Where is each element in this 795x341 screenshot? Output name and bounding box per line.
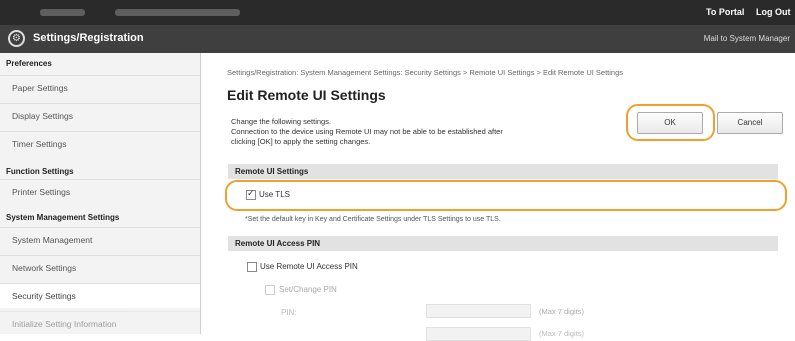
- use-tls-highlight-ring: [225, 180, 787, 211]
- remote-ui-access-pin-heading: Remote UI Access PIN: [228, 236, 778, 251]
- pin-input[interactable]: [426, 304, 531, 318]
- sidebar-item-printer-settings[interactable]: Printer Settings: [0, 179, 200, 204]
- top-bar: To Portal Log Out: [0, 0, 795, 25]
- use-tls-label: Use TLS: [259, 190, 290, 199]
- remote-ui-settings-heading: Remote UI Settings: [228, 164, 778, 179]
- sidebar-item-system-management[interactable]: System Management: [0, 227, 200, 252]
- mail-to-system-manager-link[interactable]: Mail to System Manager: [704, 34, 790, 43]
- use-access-pin-label: Use Remote UI Access PIN: [260, 262, 358, 271]
- tls-note: *Set the default key in Key and Certific…: [245, 216, 501, 223]
- instruction-line-1: Change the following settings.: [231, 117, 332, 126]
- ok-button[interactable]: OK: [637, 112, 703, 134]
- instructions-text: Change the following settings. Connectio…: [231, 117, 503, 147]
- instruction-line-2: Connection to the device using Remote UI…: [231, 127, 503, 136]
- sidebar-heading-preferences: Preferences: [6, 59, 52, 68]
- pin-label: PIN:: [281, 308, 297, 317]
- breadcrumb: Settings/Registration: System Management…: [227, 68, 624, 77]
- instruction-line-3: clicking [OK] to apply the setting chang…: [231, 137, 371, 146]
- log-out-link[interactable]: Log Out: [756, 7, 791, 17]
- sidebar: Preferences Paper Settings Display Setti…: [0, 53, 201, 334]
- blurred-device-info: [115, 9, 240, 16]
- pin-max-digits-hint: (Max 7 digits): [539, 307, 585, 316]
- main-content: Settings/Registration: System Management…: [201, 53, 795, 341]
- to-portal-link[interactable]: To Portal: [706, 7, 744, 17]
- sidebar-item-display-settings[interactable]: Display Settings: [0, 103, 200, 128]
- checkmark-icon: ✓: [247, 188, 255, 198]
- sidebar-item-timer-settings[interactable]: Timer Settings: [0, 131, 200, 156]
- use-access-pin-checkbox[interactable]: [247, 262, 257, 272]
- app-header: ⚙ Settings/Registration Mail to System M…: [0, 25, 795, 53]
- blurred-device-name: [40, 9, 85, 16]
- sidebar-item-security-settings[interactable]: Security Settings: [0, 283, 200, 308]
- settings-gear-icon: ⚙: [8, 30, 25, 47]
- app-title: Settings/Registration: [33, 32, 144, 44]
- confirm-pin-input[interactable]: [426, 327, 531, 341]
- set-change-pin-label: Set/Change PIN: [279, 285, 337, 294]
- set-change-pin-checkbox[interactable]: [265, 285, 275, 295]
- sidebar-item-initialize-setting-information[interactable]: Initialize Setting Information: [0, 311, 200, 336]
- use-tls-checkbox[interactable]: ✓: [246, 188, 256, 200]
- page-title: Edit Remote UI Settings: [227, 87, 386, 103]
- cancel-button[interactable]: Cancel: [717, 112, 783, 134]
- sidebar-heading-function-settings: Function Settings: [6, 167, 74, 176]
- sidebar-heading-system-management-settings: System Management Settings: [6, 213, 120, 222]
- sidebar-item-network-settings[interactable]: Network Settings: [0, 255, 200, 280]
- sidebar-item-paper-settings[interactable]: Paper Settings: [0, 75, 200, 100]
